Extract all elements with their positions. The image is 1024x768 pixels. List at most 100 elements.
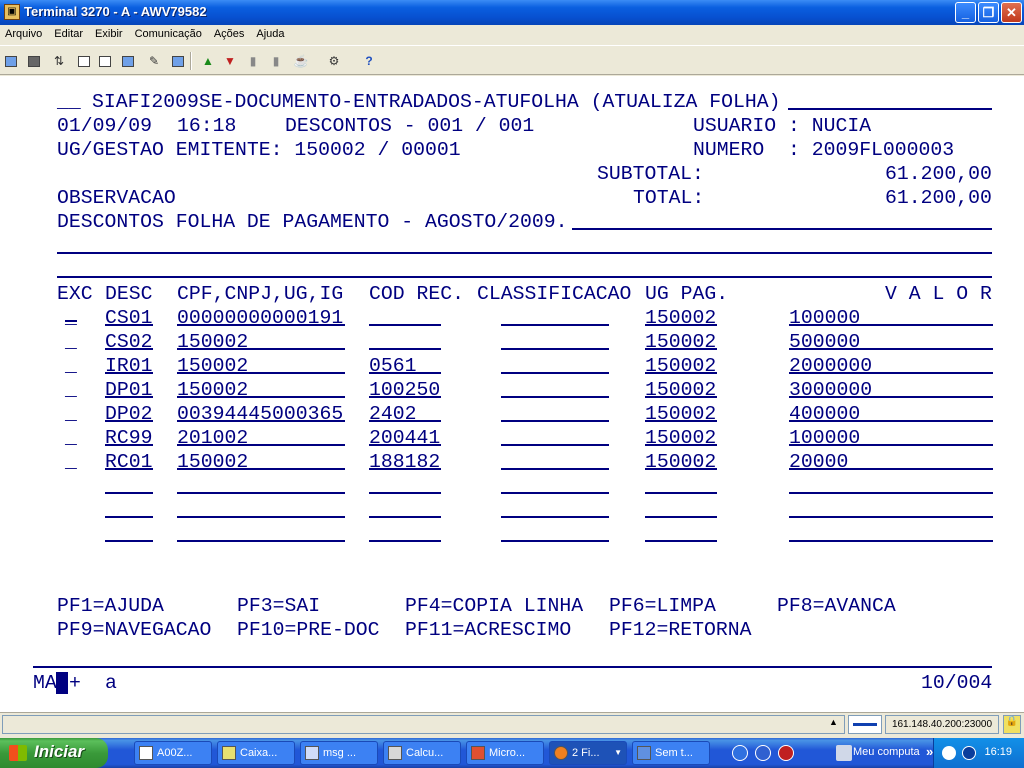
clock[interactable]: 16:19 <box>984 746 1012 758</box>
task-calculadora[interactable]: Calcu... <box>383 741 461 765</box>
desc-field-underline <box>105 540 153 542</box>
pf3-sai[interactable]: PF3=SAI <box>237 595 320 617</box>
terminal-task-icon <box>139 746 153 760</box>
exc-field[interactable]: _ <box>65 451 77 473</box>
clipboard-icon[interactable]: ☕ <box>293 53 309 69</box>
task-firefox-group[interactable]: 2 Fi... ▼ <box>549 741 627 765</box>
copy-icon[interactable] <box>76 53 92 69</box>
my-computer-icon[interactable] <box>836 745 852 761</box>
paste-icon[interactable] <box>97 53 113 69</box>
menu-editar[interactable]: Editar <box>48 25 89 40</box>
task-sem-titulo[interactable]: Sem t... <box>632 741 710 765</box>
ie-quicklaunch-icon[interactable] <box>732 745 748 761</box>
pf4-copia-linha[interactable]: PF4=COPIA LINHA <box>405 595 583 617</box>
back-arrow-icon[interactable] <box>942 746 956 760</box>
exc-field[interactable]: _ <box>65 403 77 425</box>
exc-field[interactable]: _ <box>65 307 77 329</box>
menu-bar: Arquivo Editar Exibir Comunicação Ações Ajuda <box>0 25 1024 45</box>
disconnect-icon[interactable]: ▮ <box>245 53 261 69</box>
task-msg[interactable]: msg ... <box>300 741 378 765</box>
valor-field-underline <box>789 396 993 398</box>
col-exc: EXC <box>57 283 93 305</box>
task-label: 2 Fi... <box>572 747 600 759</box>
pf11-acrescimo[interactable]: PF11=ACRESCIMO <box>405 619 571 641</box>
pf9-navegacao[interactable]: PF9=NAVEGACAO <box>57 619 211 641</box>
scroll-up-arrow-icon[interactable]: ▲ <box>829 717 838 727</box>
ug-gestao-emitente: UG/GESTAO EMITENTE: 150002 / 00001 <box>57 139 461 161</box>
menu-arquivo[interactable]: Arquivo <box>0 25 48 40</box>
cod-rec-field-underline <box>369 516 441 518</box>
desc-field-underline <box>105 324 153 326</box>
network-activity-icon[interactable] <box>962 746 976 760</box>
close-button[interactable]: ✕ <box>1001 2 1022 23</box>
exc-field[interactable]: _ <box>65 355 77 377</box>
windows-logo-icon <box>9 745 27 761</box>
title-bar[interactable]: ▣ Terminal 3270 - A - AWV79582 _ ❐ ✕ <box>0 0 1024 25</box>
help-icon[interactable]: ? <box>361 53 377 69</box>
copy-append-icon[interactable] <box>120 53 136 69</box>
col-classificacao: CLASSIFICACAO <box>477 283 632 305</box>
macro-icon[interactable]: ✎ <box>146 53 162 69</box>
receive-file-icon[interactable]: ⇅ <box>51 53 67 69</box>
classificacao-field-underline <box>501 348 609 350</box>
menu-comunicacao[interactable]: Comunicação <box>129 25 208 40</box>
task-a00z[interactable]: A00Z... <box>134 741 212 765</box>
send-icon[interactable]: ▲ <box>200 53 216 69</box>
cursor-position: 10/004 <box>921 672 993 694</box>
cod-rec-field-underline <box>369 492 441 494</box>
valor-field-underline <box>789 420 993 422</box>
observacao-text[interactable]: DESCONTOS FOLHA DE PAGAMENTO - AGOSTO/20… <box>57 211 567 233</box>
task-caixa[interactable]: Caixa... <box>217 741 295 765</box>
pf8-avanca[interactable]: PF8=AVANCA <box>777 595 896 617</box>
connect-icon[interactable]: ▮ <box>268 53 284 69</box>
print-setup-icon[interactable] <box>26 53 42 69</box>
terminal-screen[interactable]: __ SIAFI2009SE-DOCUMENTO-ENTRADADOS-ATUF… <box>0 76 1024 712</box>
pf12-retorna[interactable]: PF12=RETORNA <box>609 619 751 641</box>
command-field[interactable]: __ <box>57 91 81 113</box>
media-quicklaunch-icon[interactable] <box>778 745 794 761</box>
menu-ajuda[interactable]: Ajuda <box>250 25 290 40</box>
ug-pag-field-underline <box>645 396 717 398</box>
menu-exibir[interactable]: Exibir <box>89 25 129 40</box>
desc-field-underline <box>105 348 153 350</box>
exc-field[interactable]: _ <box>65 427 77 449</box>
desc-field-underline <box>105 468 153 470</box>
cod-rec-field-underline <box>369 372 441 374</box>
exc-field[interactable]: _ <box>65 331 77 353</box>
cpf-cnpj-field-underline <box>177 420 345 422</box>
subtotal-label: SUBTOTAL: <box>597 163 704 185</box>
numero: NUMERO : 2009FL000003 <box>693 139 955 161</box>
minimize-button[interactable]: _ <box>955 2 976 23</box>
my-computer-label[interactable]: Meu computa <box>853 746 920 758</box>
task-microsoft[interactable]: Micro... <box>466 741 544 765</box>
keypad-icon[interactable] <box>170 53 186 69</box>
browser-quicklaunch-icon[interactable] <box>755 745 771 761</box>
task-label: Caixa... <box>240 747 278 759</box>
receive-icon[interactable]: ▼ <box>222 53 238 69</box>
terminal-window: ▣ Terminal 3270 - A - AWV79582 _ ❐ ✕ Arq… <box>0 0 1024 738</box>
classificacao-field-underline <box>501 324 609 326</box>
cod-rec-field-underline <box>369 444 441 446</box>
print-screen-icon[interactable] <box>3 53 19 69</box>
ug-pag-field-underline <box>645 324 717 326</box>
cod-rec-field-underline <box>369 324 441 326</box>
menu-acoes[interactable]: Ações <box>208 25 251 40</box>
cpf-cnpj-field-underline <box>177 324 345 326</box>
observacao-field-line-2[interactable] <box>57 252 992 254</box>
settings-icon[interactable]: ⚙ <box>326 53 342 69</box>
toolbar: ⇅ ✎ ▲ ▼ ▮ ▮ ☕ ⚙ ? <box>0 45 1024 75</box>
observacao-field-line-3[interactable] <box>57 276 992 278</box>
pf6-limpa[interactable]: PF6=LIMPA <box>609 595 716 617</box>
ug-pag-field-underline <box>645 492 717 494</box>
classificacao-field-underline <box>501 468 609 470</box>
exc-field[interactable]: _ <box>65 379 77 401</box>
start-button[interactable]: Iniciar <box>0 738 108 768</box>
calculator-task-icon <box>388 746 402 760</box>
terminal-app-icon[interactable]: ▣ <box>4 4 20 20</box>
pf1-ajuda[interactable]: PF1=AJUDA <box>57 595 164 617</box>
pf10-pre-doc[interactable]: PF10=PRE-DOC <box>237 619 379 641</box>
paint-task-icon <box>637 746 651 760</box>
task-label: Micro... <box>489 747 526 759</box>
task-label: Sem t... <box>655 747 693 759</box>
maximize-button[interactable]: ❐ <box>978 2 999 23</box>
